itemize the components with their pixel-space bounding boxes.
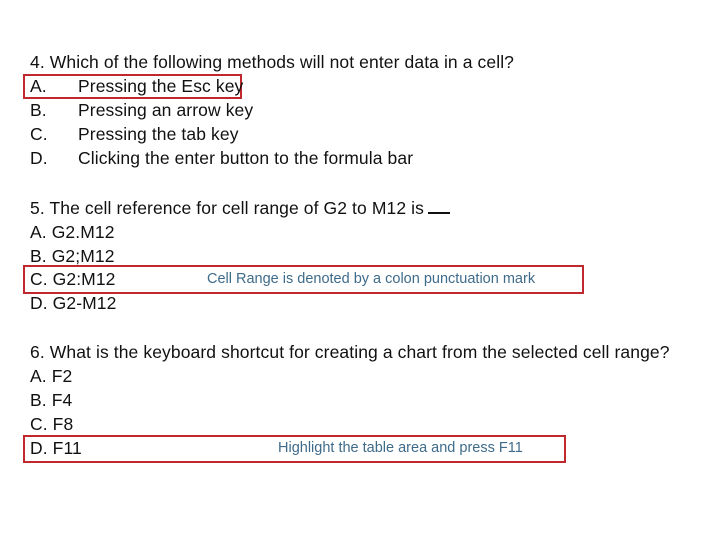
q4-option-c-letter: C. bbox=[30, 124, 48, 144]
q4-option-c-text: Pressing the tab key bbox=[78, 124, 239, 144]
q5-option-a: A. G2.M12 bbox=[30, 222, 115, 242]
q4-option-b-text: Pressing an arrow key bbox=[78, 100, 254, 120]
q6-option-d: D. F11 bbox=[30, 438, 82, 458]
q6-option-a: A. F2 bbox=[30, 366, 73, 386]
q4-question: 4. Which of the following methods will n… bbox=[30, 52, 515, 72]
q4-option-a-text: Pressing the Esc key bbox=[78, 76, 244, 96]
q4-option-a: A. Pressing the Esc key bbox=[30, 74, 243, 98]
q5-question: 5. The cell reference for cell range of … bbox=[30, 196, 450, 220]
q4-option-b-letter: B. bbox=[30, 100, 47, 120]
q4-option-b: B. Pressing an arrow key bbox=[30, 98, 253, 122]
q6-explanation-note: Highlight the table area and press F11 bbox=[278, 440, 523, 456]
q4-option-d: D. Clicking the enter button to the formu… bbox=[30, 146, 413, 170]
q4-option-d-letter: D. bbox=[30, 148, 48, 168]
q5-explanation-note: Cell Range is denoted by a colon punctua… bbox=[207, 271, 536, 287]
q6-option-c: C. F8 bbox=[30, 414, 74, 434]
q4-option-a-letter: A. bbox=[30, 76, 47, 96]
q6-question: 6. What is the keyboard shortcut for cre… bbox=[30, 342, 670, 362]
q5-option-d: D. G2-M12 bbox=[30, 293, 117, 313]
q5-question-text: 5. The cell reference for cell range of … bbox=[30, 198, 424, 218]
q5-option-c: C. G2:M12 bbox=[30, 269, 116, 289]
q6-option-b: B. F4 bbox=[30, 390, 73, 410]
q4-option-d-text: Clicking the enter button to the formula… bbox=[78, 148, 414, 168]
q5-answer-blank bbox=[427, 198, 450, 214]
q4-option-c: C. Pressing the tab key bbox=[30, 122, 239, 146]
